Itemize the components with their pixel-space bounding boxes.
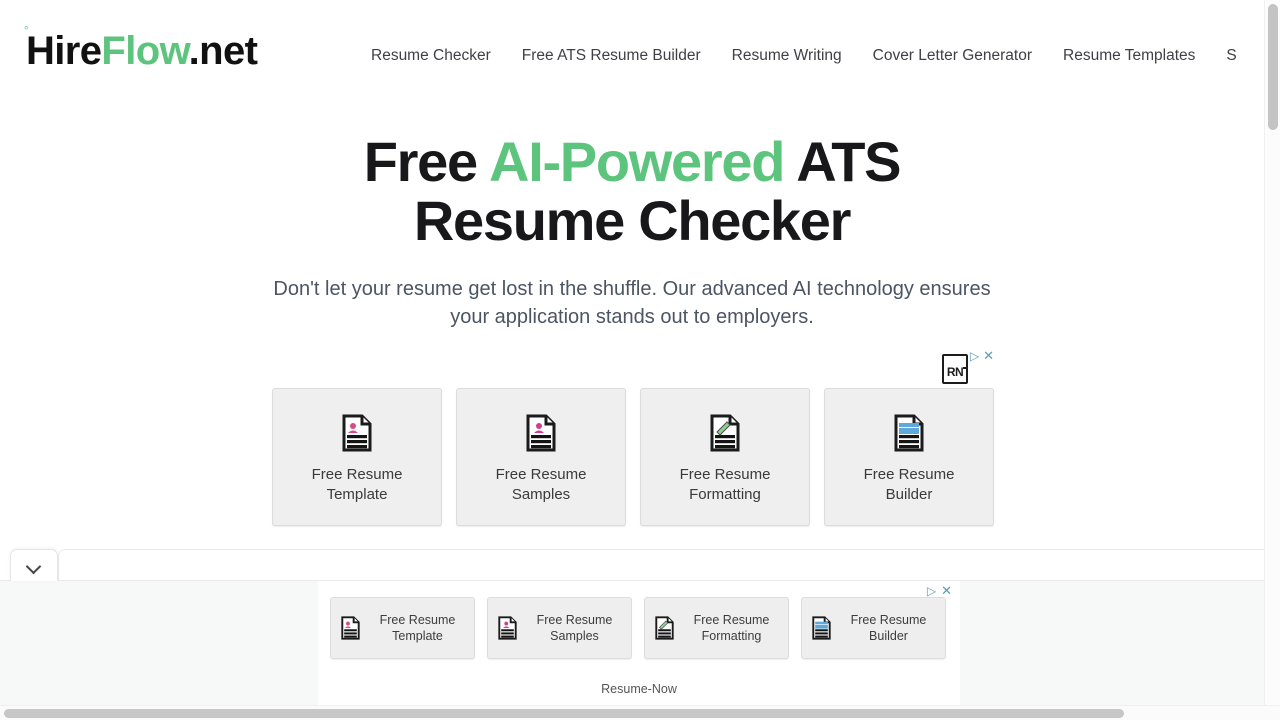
nav-item-resume-templates[interactable]: Resume Templates <box>1063 44 1195 68</box>
site-logo[interactable]: ° HireFlow.net <box>24 25 258 75</box>
advertiser-name: Resume-Now <box>601 682 677 696</box>
bottom-ad-card-free-resume-builder[interactable]: Free Resume Builder <box>801 597 946 659</box>
document-person-pink-icon <box>342 414 372 452</box>
vertical-scrollbar[interactable] <box>1264 0 1280 705</box>
page-content: ° HireFlow.net Resume Checker Free ATS Re… <box>0 0 1264 705</box>
nav-item-resume-checker[interactable]: Resume Checker <box>371 44 491 68</box>
nav-item-resume-writing[interactable]: Resume Writing <box>732 44 842 68</box>
ad-choices-controls: ▷ ✕ <box>970 349 994 364</box>
hero-title-accent: AI-Powered <box>489 130 785 193</box>
horizontal-scrollbar-thumb[interactable] <box>4 709 1124 718</box>
bottom-ad-card-free-resume-formatting[interactable]: Free Resume Formatting <box>644 597 789 659</box>
close-ad-icon[interactable]: ✕ <box>983 349 994 362</box>
nav-item-truncated[interactable]: S <box>1226 44 1236 68</box>
vertical-scrollbar-thumb[interactable] <box>1268 4 1278 130</box>
bottom-ad-card-label: Free Resume Formatting <box>693 613 770 643</box>
page-title: Free AI-Powered ATS Resume Checker <box>272 104 992 251</box>
main-navigation: Resume Checker Free ATS Resume Builder R… <box>371 44 1237 68</box>
nav-item-cover-letter-generator[interactable]: Cover Letter Generator <box>873 44 1032 68</box>
ad-card-free-resume-template[interactable]: Free Resume Template <box>272 388 442 526</box>
close-ad-icon[interactable]: ✕ <box>941 584 952 597</box>
chevron-down-icon <box>27 561 42 570</box>
drawer-panel <box>58 549 1264 580</box>
adchoices-triangle-icon[interactable]: ▷ <box>927 585 936 597</box>
bottom-ad-card-free-resume-samples[interactable]: Free Resume Samples <box>487 597 632 659</box>
horizontal-scrollbar[interactable] <box>0 705 1280 720</box>
document-person-pink-icon <box>341 616 360 640</box>
advertiser-logo-resume-now: RN <box>942 354 968 384</box>
bottom-ad-card-label: Free Resume Builder <box>850 613 927 643</box>
ad-card-label: Free Resume Builder <box>863 465 955 503</box>
browser-viewport: ° HireFlow.net Resume Checker Free ATS Re… <box>0 0 1280 720</box>
document-block-blue-icon <box>894 414 924 452</box>
logo-text-hire: Hire <box>26 29 102 73</box>
document-person-pink-icon <box>526 414 556 452</box>
hero-title-part1: Free <box>363 130 490 193</box>
nav-item-free-ats-resume-builder[interactable]: Free ATS Resume Builder <box>522 44 701 68</box>
site-header: ° HireFlow.net Resume Checker Free ATS Re… <box>0 0 1264 104</box>
hero-section: Free AI-Powered ATS Resume Checker Don't… <box>0 104 1264 331</box>
hero-subtitle: Don't let your resume get lost in the sh… <box>273 277 991 328</box>
bottom-ad-card-label: Free Resume Template <box>379 613 456 643</box>
bottom-ad-card-label: Free Resume Samples <box>536 613 613 643</box>
adchoices-triangle-icon[interactable]: ▷ <box>970 350 979 362</box>
bottom-ad-card-free-resume-template[interactable]: Free Resume Template <box>330 597 475 659</box>
ad-card-free-resume-builder[interactable]: Free Resume Builder <box>824 388 994 526</box>
inline-advertisement: ▷ ✕ RN Free Resume Template Free Resume … <box>272 349 994 526</box>
ad-card-list: Free Resume Template Free Resume Samples… <box>272 388 994 526</box>
advertiser-logo-text: RN <box>946 366 964 382</box>
ad-card-free-resume-formatting[interactable]: Free Resume Formatting <box>640 388 810 526</box>
document-person-pink-icon <box>498 616 517 640</box>
logo-degree-mark: ° <box>24 25 28 37</box>
document-pencil-green-icon <box>710 414 740 452</box>
bottom-ad-choices-controls: ▷ ✕ <box>927 584 952 597</box>
ad-card-label: Free Resume Template <box>311 465 403 503</box>
ad-card-free-resume-samples[interactable]: Free Resume Samples <box>456 388 626 526</box>
drawer-toggle-button[interactable] <box>10 549 58 581</box>
logo-text-flow: Flow <box>101 29 189 73</box>
document-pencil-green-icon <box>655 616 674 640</box>
bottom-ad-card-list: Free Resume Template Free Resume Samples… <box>330 597 946 659</box>
logo-text-net: .net <box>188 29 258 73</box>
ad-card-label: Free Resume Samples <box>495 465 587 503</box>
ad-card-label: Free Resume Formatting <box>679 465 771 503</box>
bottom-advertisement-band: ▷ ✕ Free Resume Template Free Resume Sam… <box>0 580 1264 705</box>
bottom-ad-frame: ▷ ✕ Free Resume Template Free Resume Sam… <box>318 581 960 705</box>
document-block-blue-icon <box>812 616 831 640</box>
